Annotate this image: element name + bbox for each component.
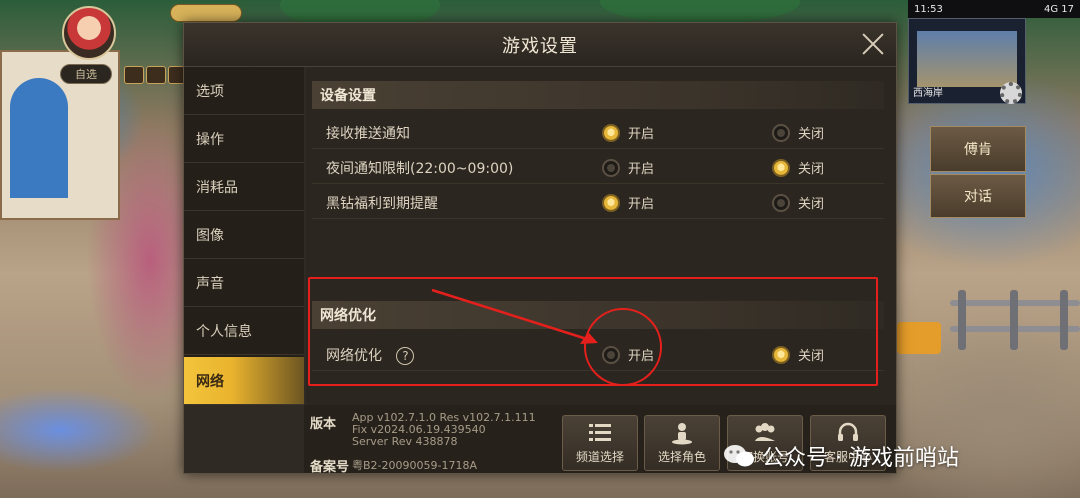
game-settings-dialog: 游戏设置 选项 操作 消耗品 图像 声音 个人信息 网络 设备设置 接收推送通知… [183, 22, 897, 475]
watermark-text: 公众号 · 游戏前哨站 [762, 446, 959, 471]
radio-label: 开启 [628, 127, 655, 142]
radio-off[interactable]: 关闭 [772, 193, 824, 212]
hud-button[interactable] [146, 66, 166, 84]
sidebar-item-graphics[interactable]: 图像 [184, 211, 304, 259]
radio-dot [772, 345, 790, 364]
radio-dot [772, 123, 790, 142]
version-label: 版本 [310, 417, 337, 432]
wechat-icon [724, 445, 754, 467]
button-label: 频道选择 [575, 450, 624, 464]
radio-label: 关闭 [798, 349, 825, 364]
radio-dot [602, 158, 620, 177]
sidebar-item-controls[interactable]: 操作 [184, 115, 304, 163]
row-label: 夜间通知限制(22:00~09:00) [326, 161, 514, 177]
minimap-view [917, 31, 1017, 87]
radio-on[interactable]: 开启 [602, 123, 654, 142]
radio-dot [602, 123, 620, 142]
radio-label: 开启 [628, 197, 655, 212]
row-label-text: 网络优化 [326, 348, 382, 364]
clock: 11:53 [914, 3, 943, 15]
select-character-button[interactable]: 选择角色 [644, 415, 720, 471]
sidebar-item-profile[interactable]: 个人信息 [184, 307, 304, 355]
player-avatar[interactable] [62, 6, 116, 60]
radio-dot [602, 193, 620, 212]
row-label: 接收推送通知 [326, 126, 410, 142]
sidebar-item-consumables[interactable]: 消耗品 [184, 163, 304, 211]
background-tree [600, 0, 800, 24]
character-icon [672, 423, 692, 445]
right-menu-button[interactable]: 傅肯 [930, 126, 1026, 172]
radio-label: 关闭 [798, 197, 825, 212]
radio-label: 关闭 [798, 127, 825, 142]
registration-number: 粤B2-20090059-1718A [352, 459, 477, 472]
chat-button[interactable]: 对话 [930, 174, 1026, 218]
registration-label: 备案号 [310, 460, 350, 475]
version-info: App v102.7.1.0 Res v102.7.1.111 Fix v202… [352, 412, 536, 448]
radio-dot [772, 193, 790, 212]
sidebar-item-network[interactable]: 网络 [184, 357, 304, 405]
row-label: 网络优化 ? [326, 345, 415, 365]
radio-off[interactable]: 关闭 [772, 123, 824, 142]
radio-on[interactable]: 开启 [602, 158, 654, 177]
section-title-network: 网络优化 [312, 301, 884, 329]
radio-dot [772, 158, 790, 177]
currency-bar[interactable] [170, 4, 242, 22]
watermark: 公众号 · 游戏前哨站 [722, 436, 959, 476]
settings-content: 设备设置 接收推送通知 开启 关闭 夜间通知限制(22:00~09:00) 开启… [306, 67, 896, 405]
dialog-title: 游戏设置 [502, 36, 578, 57]
radio-label: 开启 [628, 162, 655, 177]
quest-button[interactable] [897, 322, 941, 354]
minimap-location: 西海岸 [913, 88, 943, 99]
radio-label: 开启 [628, 349, 655, 364]
background-post [1010, 290, 1018, 350]
radio-on[interactable]: 开启 [602, 345, 654, 364]
hud-button[interactable] [124, 66, 144, 84]
settings-row: 接收推送通知 开启 关闭 [312, 115, 884, 149]
settings-sidebar: 选项 操作 消耗品 图像 声音 个人信息 网络 [184, 67, 304, 405]
version-line: Server Rev 438878 [352, 435, 458, 448]
auto-select-pill[interactable]: 自选 [60, 64, 112, 84]
list-icon [589, 424, 611, 441]
dialog-header: 游戏设置 [184, 23, 896, 67]
radio-off[interactable]: 关闭 [772, 158, 824, 177]
settings-row: 黑钻福利到期提醒 开启 关闭 [312, 185, 884, 219]
background-post [1060, 290, 1068, 350]
radio-dot [602, 345, 620, 364]
radio-on[interactable]: 开启 [602, 193, 654, 212]
row-label: 黑钻福利到期提醒 [326, 196, 438, 212]
background-door [10, 78, 68, 198]
background-post [958, 290, 966, 350]
help-icon[interactable]: ? [396, 347, 415, 365]
radio-off[interactable]: 关闭 [772, 345, 824, 364]
settings-row: 夜间通知限制(22:00~09:00) 开启 关闭 [312, 150, 884, 184]
sidebar-item-options[interactable]: 选项 [184, 67, 304, 115]
gear-icon[interactable] [1000, 82, 1022, 104]
radio-label: 关闭 [798, 162, 825, 177]
sidebar-item-sound[interactable]: 声音 [184, 259, 304, 307]
channel-select-button[interactable]: 频道选择 [562, 415, 638, 471]
settings-row: 网络优化 ? 开启 关闭 [312, 337, 884, 371]
button-label: 选择角色 [657, 450, 706, 464]
device-status-bar: 11:53 4G 17 [908, 0, 1080, 18]
section-title-device: 设备设置 [312, 81, 884, 109]
close-icon[interactable] [860, 31, 886, 57]
signal-indicator: 4G 17 [1043, 3, 1074, 15]
